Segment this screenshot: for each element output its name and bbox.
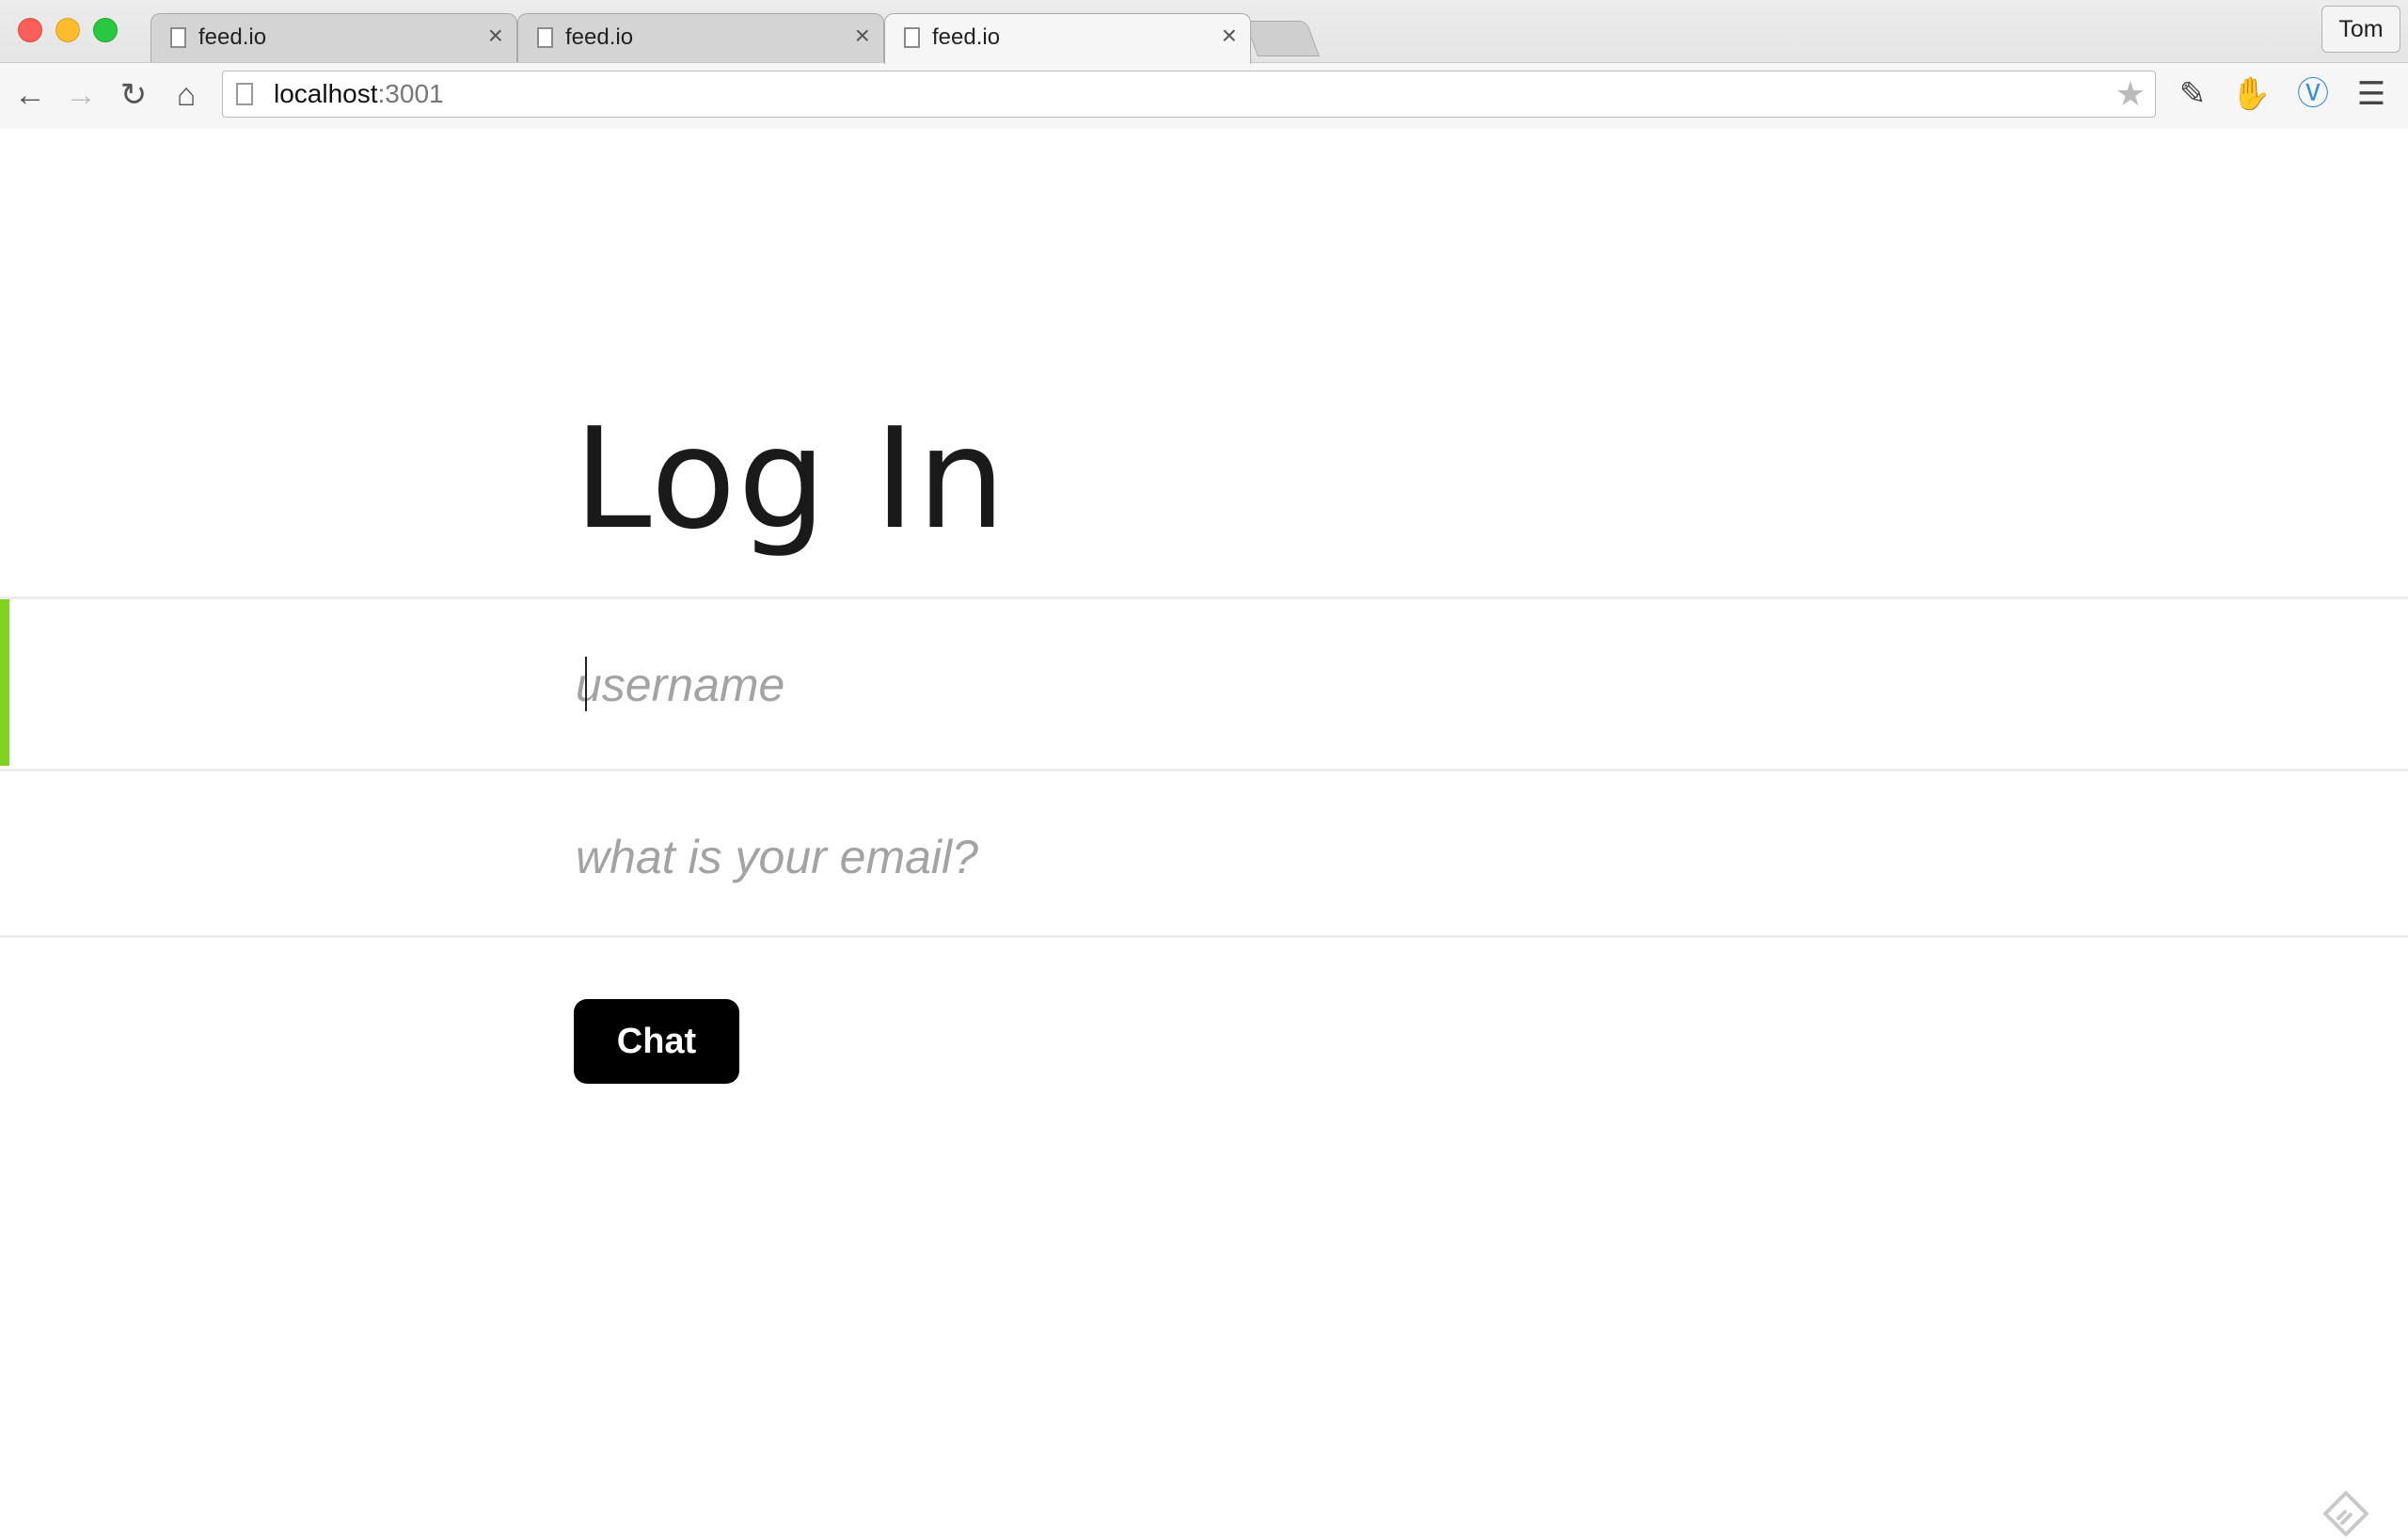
forward-arrow-icon[interactable]: → bbox=[62, 76, 100, 114]
minimize-window-button[interactable] bbox=[55, 18, 80, 42]
page-icon bbox=[537, 27, 553, 48]
tab-label: feed.io bbox=[565, 24, 634, 50]
profile-button[interactable]: Tom bbox=[2321, 6, 2400, 53]
chat-button[interactable]: Chat bbox=[574, 999, 739, 1084]
browser-toolbar: ← → ↻ ⌂ localhost:3001 ★ ✎ ✋ Ⓥ ☰ bbox=[0, 62, 2408, 129]
tab-2[interactable]: feed.io × bbox=[517, 13, 884, 62]
close-tab-icon[interactable]: × bbox=[488, 22, 503, 50]
back-arrow-icon[interactable]: ← bbox=[11, 76, 49, 114]
maximize-window-button[interactable] bbox=[93, 18, 118, 42]
text-caret bbox=[585, 657, 587, 711]
username-input[interactable] bbox=[574, 639, 2083, 731]
username-row bbox=[0, 596, 2408, 766]
focus-indicator bbox=[0, 599, 9, 766]
page-content: Log In Chat bbox=[0, 129, 2408, 1536]
page-icon bbox=[904, 27, 920, 48]
menu-icon[interactable]: ☰ bbox=[2352, 74, 2391, 114]
tab-strip: feed.io × feed.io × feed.io × Tom bbox=[0, 0, 2408, 64]
close-tab-icon[interactable]: × bbox=[855, 22, 870, 50]
url-text: localhost:3001 bbox=[274, 79, 444, 108]
new-tab-button[interactable] bbox=[1244, 21, 1320, 56]
extension-lamp-icon[interactable]: ✎ bbox=[2173, 74, 2212, 114]
close-window-button[interactable] bbox=[18, 18, 42, 42]
home-icon[interactable]: ⌂ bbox=[167, 76, 205, 114]
tab-3-active[interactable]: feed.io × bbox=[884, 13, 1251, 64]
reload-icon[interactable]: ↻ bbox=[115, 76, 152, 114]
page-icon bbox=[170, 27, 186, 48]
email-input[interactable] bbox=[574, 811, 2083, 903]
tab-1[interactable]: feed.io × bbox=[150, 13, 517, 62]
page-icon bbox=[236, 83, 253, 105]
page-title: Log In bbox=[574, 398, 1007, 560]
browser-chrome: feed.io × feed.io × feed.io × Tom ← → ↻ … bbox=[0, 0, 2408, 129]
adblock-icon[interactable]: ✋ bbox=[2231, 74, 2271, 114]
tab-label: feed.io bbox=[932, 24, 1001, 50]
close-tab-icon[interactable]: × bbox=[1222, 22, 1237, 50]
address-bar[interactable]: localhost:3001 ★ bbox=[222, 71, 2156, 118]
extension-v-icon[interactable]: Ⓥ bbox=[2293, 74, 2333, 114]
feedly-icon[interactable] bbox=[2320, 1487, 2372, 1540]
tab-label: feed.io bbox=[198, 24, 267, 50]
bookmark-star-icon[interactable]: ★ bbox=[2115, 75, 2146, 113]
email-row bbox=[0, 769, 2408, 938]
